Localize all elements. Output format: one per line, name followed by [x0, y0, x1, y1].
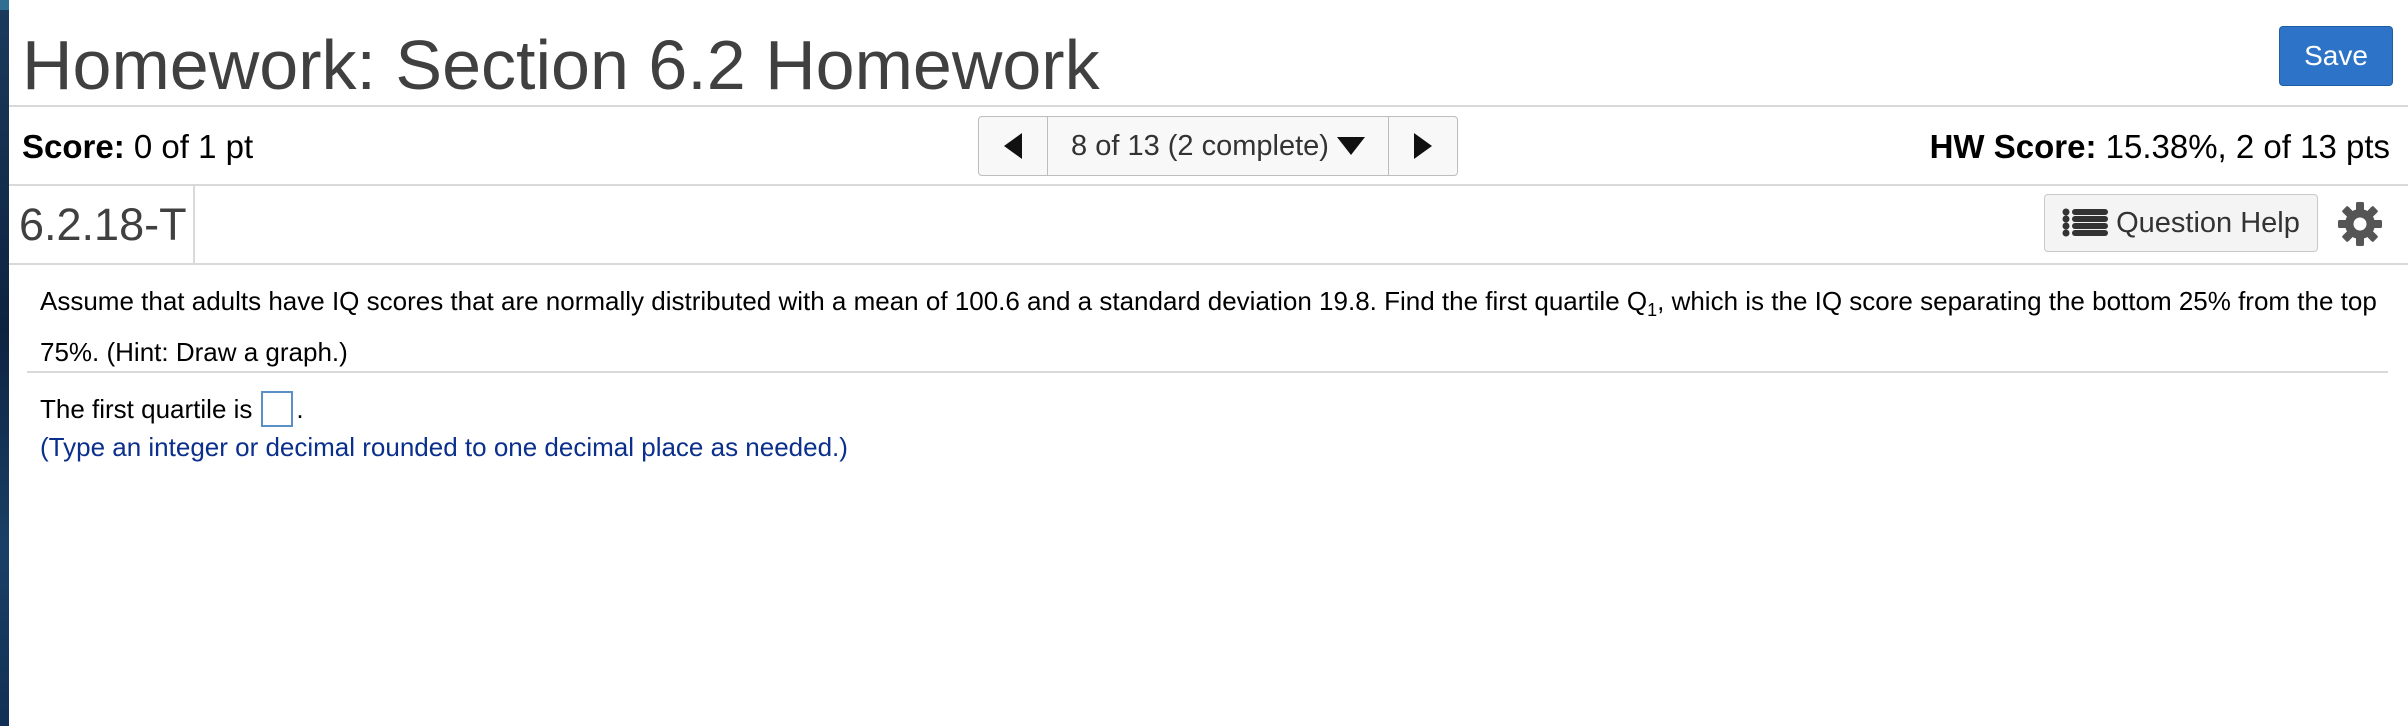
question-selector-dropdown[interactable]: 8 of 13 (2 complete)	[1048, 117, 1388, 175]
save-button[interactable]: Save	[2279, 26, 2393, 86]
score-value: 0 of 1 pt	[133, 128, 254, 165]
question-navigator: 8 of 13 (2 complete)	[978, 116, 1458, 176]
hw-score-label: HW Score:	[1929, 128, 2097, 165]
triangle-left-icon	[1004, 133, 1022, 159]
score-label: Score:	[22, 128, 125, 165]
section-divider	[27, 371, 2388, 373]
answer-input[interactable]	[261, 391, 294, 427]
prompt-text-part1: Assume that adults have IQ scores that a…	[40, 286, 1648, 316]
question-id: 6.2.18-T	[9, 186, 195, 263]
gear-icon[interactable]	[2338, 202, 2382, 246]
hw-score-display: HW Score: 15.38%, 2 of 13 pts	[1930, 127, 2390, 167]
triangle-right-icon	[1414, 133, 1432, 159]
question-position-label: 8 of 13 (2 complete)	[1071, 129, 1329, 162]
triangle-down-icon	[1336, 137, 1365, 155]
hw-score-value: 15.38%, 2 of 13 pts	[2105, 128, 2390, 165]
page-title: Homework: Section 6.2 Homework	[22, 26, 1100, 104]
previous-question-button[interactable]	[979, 117, 1048, 175]
answer-format-hint: (Type an integer or decimal rounded to o…	[40, 432, 848, 462]
title-bar: Homework: Section 6.2 Homework Save	[9, 10, 2408, 107]
answer-prefix: The first quartile is	[40, 394, 253, 424]
answer-line: The first quartile is .	[40, 389, 304, 429]
answer-suffix: .	[296, 394, 304, 424]
list-icon	[2062, 208, 2109, 237]
question-help-button[interactable]: Question Help	[2044, 194, 2318, 252]
question-prompt: Assume that adults have IQ scores that a…	[40, 280, 2385, 373]
question-help-label: Question Help	[2116, 206, 2300, 239]
score-row: Score: 0 of 1 pt 8 of 13 (2 complete) HW…	[9, 107, 2408, 186]
question-header-row: 6.2.18-T Question Help	[9, 186, 2408, 265]
homework-page: Homework: Section 6.2 Homework Save Scor…	[9, 0, 2408, 726]
score-display: Score: 0 of 1 pt	[22, 127, 253, 167]
next-question-button[interactable]	[1388, 117, 1457, 175]
prompt-subscript: 1	[1647, 300, 1658, 320]
